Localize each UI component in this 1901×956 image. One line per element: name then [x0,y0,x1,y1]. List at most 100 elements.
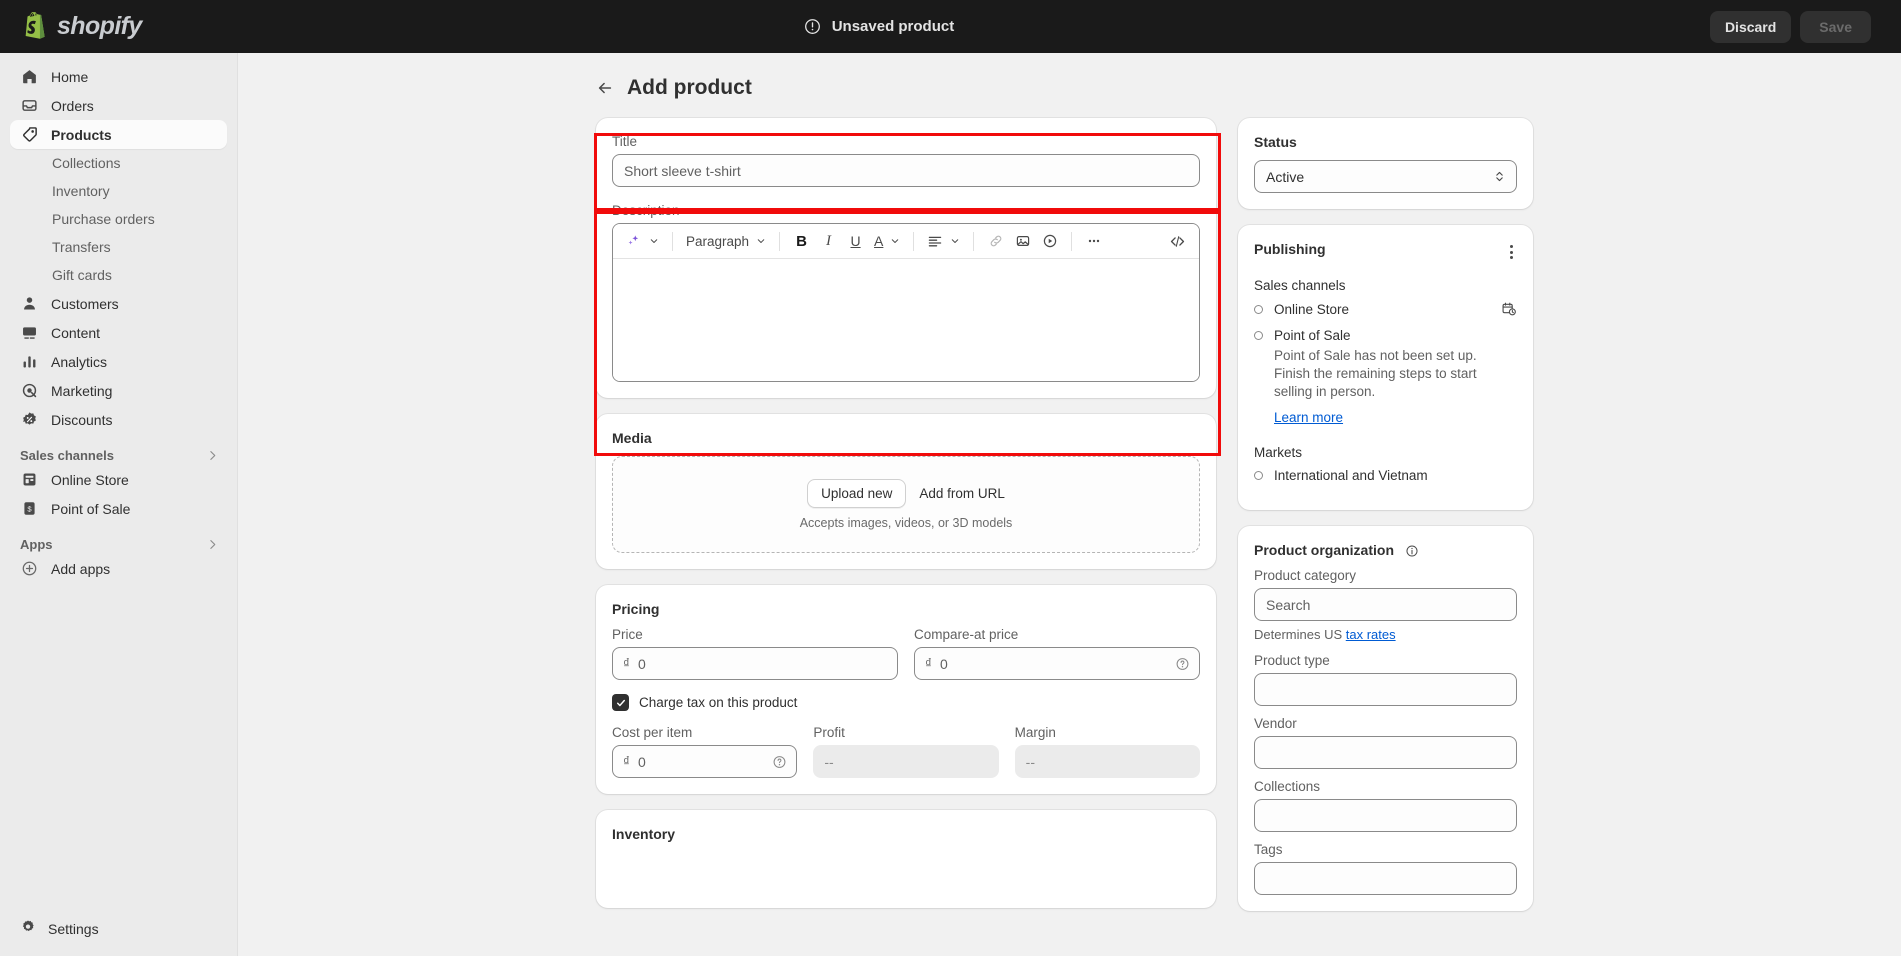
calendar-clock-icon[interactable] [1501,301,1517,317]
compare-at-price-input[interactable]: ₫ 0 [914,647,1200,680]
channel-online-store-left: Online Store [1254,302,1349,317]
question-circle-icon[interactable] [1175,656,1190,671]
kebab-menu-icon[interactable] [1506,241,1517,263]
product-category-input[interactable] [1254,588,1517,622]
analytics-bars-icon [20,352,39,371]
sidebar-item-label: Customers [51,295,119,312]
sidebar-item-label: Analytics [51,353,108,370]
market-row[interactable]: International and Vietnam [1254,468,1517,483]
sidebar-item-content[interactable]: Content [10,318,227,347]
organization-title-text: Product organization [1254,542,1394,558]
sidebar-section-label: Sales channels [20,448,114,463]
sidebar-item-marketing[interactable]: Marketing [10,376,227,405]
ai-assist-button[interactable] [622,229,663,254]
sidebar-section-apps[interactable]: Apps [20,537,219,552]
description-editor-body[interactable] [613,259,1199,381]
add-from-url-button[interactable]: Add from URL [919,486,1005,501]
tags-label: Tags [1254,842,1283,858]
italic-button[interactable]: I [816,229,841,254]
editor-toolbar: Paragraph B I U A [613,224,1199,259]
sidebar-item-inventory[interactable]: Inventory [10,177,227,205]
sidebar-item-collections[interactable]: Collections [10,149,227,177]
description-editor: Paragraph B I U A [612,223,1200,382]
sidebar-item-products[interactable]: Products [10,120,227,149]
sidebar-item-add-apps[interactable]: Add apps [10,554,227,583]
more-options-button[interactable] [1081,229,1106,254]
sidebar-section-sales-channels[interactable]: Sales channels [20,448,219,463]
sidebar-item-customers[interactable]: Customers [10,289,227,318]
sidebar-item-settings[interactable]: Settings [0,913,238,944]
sidebar-item-point-of-sale[interactable]: $ Point of Sale [10,494,227,523]
block-format-select[interactable]: Paragraph [682,229,770,254]
status-card-title: Status [1254,134,1297,150]
save-button[interactable]: Save [1800,10,1871,43]
margin-field: Margin -- [1014,725,1200,778]
market-radio-icon[interactable] [1254,471,1263,480]
channel-point-of-sale[interactable]: Point of Sale [1254,328,1517,343]
sales-channels-label: Sales channels [1254,278,1346,293]
product-type-input[interactable] [1254,673,1517,707]
left-column: Title Description [596,118,1216,911]
home-icon [20,67,39,86]
sidebar-item-discounts[interactable]: Discounts [10,405,227,434]
channel-radio-icon[interactable] [1254,304,1263,314]
upload-new-button[interactable]: Upload new [807,479,907,508]
insert-link-button[interactable] [983,229,1008,254]
price-input[interactable]: ₫ 0 [612,647,898,680]
profit-field: Profit -- [813,725,999,778]
sidebar-item-gift-cards[interactable]: Gift cards [10,261,227,289]
sparkle-ai-icon [628,235,639,245]
collections-input[interactable] [1254,799,1517,833]
vendor-input[interactable] [1254,736,1517,770]
text-color-button[interactable]: A [870,229,904,254]
product-type-label: Product type [1254,653,1330,669]
code-icon [1170,235,1185,247]
insert-video-button[interactable] [1037,229,1062,254]
product-title-input[interactable] [612,154,1200,187]
sidebar-item-label: Products [51,126,112,143]
discard-button[interactable]: Discard [1709,10,1792,43]
sidebar-item-label: Add apps [51,560,111,577]
info-circle-icon[interactable] [1405,544,1419,558]
cost-per-item-input[interactable]: ₫ 0 [612,745,798,778]
bold-button[interactable]: B [789,229,814,254]
question-circle-icon[interactable] [772,754,787,769]
cost-per-item-value: 0 [637,753,646,770]
learn-more-link[interactable]: Learn more [1274,410,1343,425]
media-dropzone[interactable]: Upload new Add from URL Accepts images, … [612,456,1200,553]
charge-tax-checkbox[interactable] [612,694,629,711]
inventory-card-title: Inventory [612,826,676,842]
insert-video-icon [1043,234,1057,248]
tax-hint-prefix: Determines US [1254,627,1346,643]
align-button[interactable] [923,229,964,254]
compare-at-price-label: Compare-at price [914,627,1019,642]
sidebar-item-home[interactable]: Home [10,62,227,91]
toolbar-divider [779,231,781,251]
toolbar-divider [913,231,915,251]
media-actions: Upload new Add from URL [807,479,1005,508]
pricing-card: Pricing Price ₫ 0 Compare-at price ₫ 0 C… [596,585,1216,794]
status-select[interactable]: Active [1254,160,1517,193]
price-row: Price ₫ 0 Compare-at price ₫ 0 [612,627,1200,680]
channel-radio-icon[interactable] [1254,331,1263,340]
market-name: International and Vietnam [1274,468,1428,483]
chevron-up-down-icon [1496,171,1503,182]
channel-point-of-sale-left: Point of Sale [1254,328,1351,343]
sidebar-item-orders[interactable]: Orders [10,91,227,120]
view-html-button[interactable] [1165,229,1190,254]
sidebar-item-online-store[interactable]: Online Store [10,465,227,494]
sidebar-item-purchase-orders[interactable]: Purchase orders [10,205,227,233]
tags-input[interactable] [1254,862,1517,896]
back-arrow-icon[interactable] [596,79,614,97]
chevron-down-icon [952,239,959,243]
sidebar-item-transfers[interactable]: Transfers [10,233,227,261]
sidebar-item-analytics[interactable]: Analytics [10,347,227,376]
charge-tax-label[interactable]: Charge tax on this product [639,695,797,710]
channel-online-store[interactable]: Online Store [1254,301,1517,317]
insert-image-button[interactable] [1010,229,1035,254]
tax-rates-link[interactable]: tax rates [1346,627,1396,642]
market-left: International and Vietnam [1254,468,1428,483]
cost-per-item-field: Cost per item ₫ 0 [612,725,798,778]
content-columns: Title Description [596,118,1901,912]
underline-button[interactable]: U [843,229,868,254]
